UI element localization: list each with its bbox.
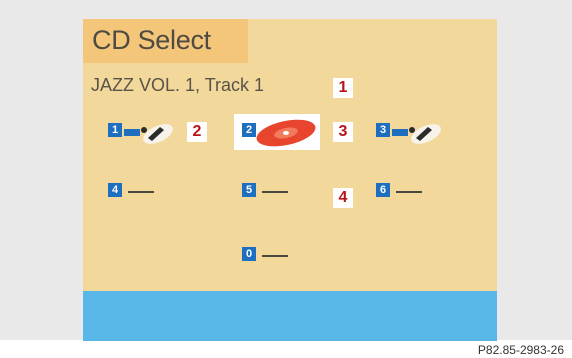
empty-slot-dash <box>396 191 422 193</box>
status-bar <box>83 291 497 341</box>
magazine-cd-icon <box>392 124 441 144</box>
empty-slot-dash <box>128 191 154 193</box>
screen-title: CD Select <box>92 25 211 55</box>
track-info-text: JAZZ VOL. 1, Track 1 <box>91 75 265 95</box>
slot-number-5: 5 <box>242 183 256 197</box>
slot-number-6: 6 <box>376 183 390 197</box>
slot-number-0: 0 <box>242 247 256 261</box>
cd-slot-6[interactable]: 6 <box>376 183 436 199</box>
cd-slot-2[interactable]: 2 <box>242 118 320 148</box>
cd-slot-4[interactable]: 4 <box>108 183 168 199</box>
callout-1: 1 <box>333 78 353 98</box>
cd-disc-icon <box>256 119 316 147</box>
slot-number-4: 4 <box>108 183 122 197</box>
cd-slot-1[interactable]: 1 <box>108 120 178 146</box>
callout-4: 4 <box>333 188 353 208</box>
figure-reference-code: P82.85-2983-26 <box>477 343 564 357</box>
empty-slot-dash <box>262 191 288 193</box>
cd-slot-3[interactable]: 3 <box>376 120 446 146</box>
empty-slot-dash <box>262 255 288 257</box>
callout-2: 2 <box>187 122 207 142</box>
cd-slot-0[interactable]: 0 <box>242 247 302 263</box>
cd-slot-5[interactable]: 5 <box>242 183 302 199</box>
magazine-cd-icon <box>124 124 173 144</box>
callout-3: 3 <box>333 122 353 142</box>
